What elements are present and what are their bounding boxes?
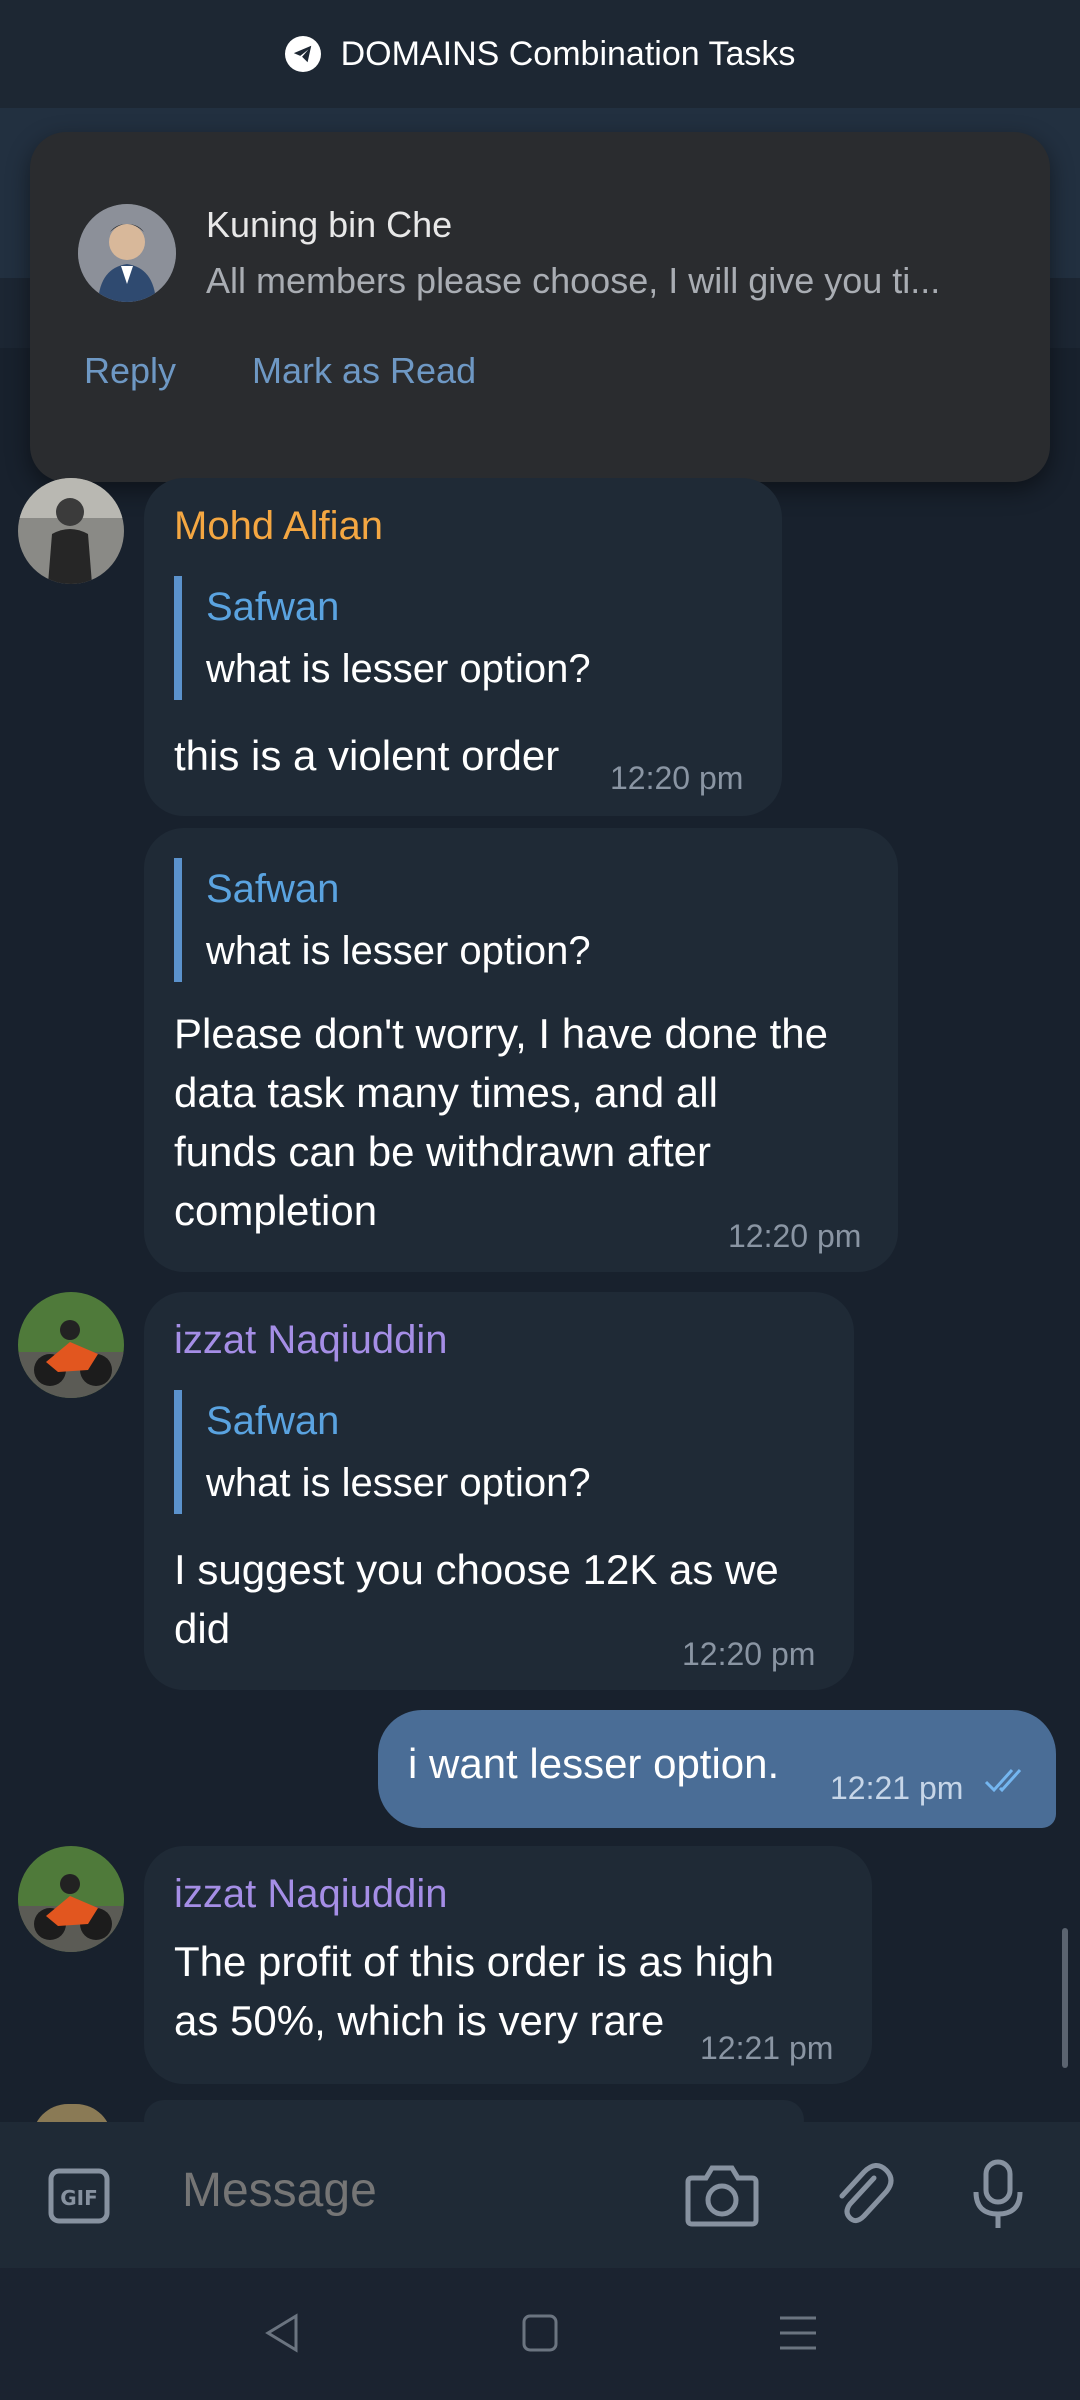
message-composer: GIF [0, 2122, 1080, 2268]
reply-button[interactable]: Reply [84, 350, 176, 392]
chat-title: DOMAINS Combination Tasks [340, 34, 796, 73]
sender-name[interactable]: izzat Naqiuddin [174, 1872, 448, 1917]
quote-sender: Safwan [206, 585, 340, 629]
reply-quote[interactable]: Safwan what is lesser option? [174, 1390, 591, 1514]
message-text: this is a violent order [174, 732, 560, 779]
reply-quote[interactable]: Safwan what is lesser option? [174, 576, 591, 700]
message-time: 12:20 pm [728, 1218, 862, 1254]
message-bubble[interactable]: izzat Naqiuddin Safwan what is lesser op… [144, 1292, 854, 1690]
sender-name[interactable]: izzat Naqiuddin [174, 1318, 448, 1363]
back-icon[interactable] [262, 2312, 302, 2359]
recent-apps-icon[interactable] [778, 2312, 818, 2359]
message-time: 12:21 pm [830, 1770, 964, 1806]
notification-popup[interactable]: Kuning bin Che All members please choose… [30, 132, 1050, 482]
mark-as-read-button[interactable]: Mark as Read [252, 350, 476, 392]
home-icon[interactable] [520, 2312, 560, 2359]
message-text: Please don't worry, I have done the data… [174, 1010, 828, 1234]
message-time: 12:20 pm [610, 760, 744, 796]
scrollbar[interactable] [1062, 1928, 1068, 2068]
notification-avatar [78, 204, 176, 302]
sender-name[interactable]: Mohd Alfian [174, 504, 383, 549]
double-check-icon [984, 1766, 1034, 1801]
chat-header[interactable]: DOMAINS Combination Tasks [0, 0, 1080, 108]
quote-text: what is lesser option? [206, 1461, 591, 1505]
avatar[interactable] [18, 1292, 124, 1398]
message-time: 12:20 pm [682, 1636, 816, 1672]
quote-text: what is lesser option? [206, 647, 591, 691]
gif-icon[interactable]: GIF [48, 2168, 110, 2229]
message-bubble[interactable]: izzat Naqiuddin The profit of this order… [144, 1846, 872, 2084]
message-bubble[interactable]: Safwan what is lesser option? Please don… [144, 828, 898, 1272]
reply-quote[interactable]: Safwan what is lesser option? [174, 858, 591, 982]
avatar[interactable] [18, 1846, 124, 1952]
paperclip-icon[interactable] [830, 2160, 896, 2235]
notification-sender: Kuning bin Che [206, 204, 453, 245]
outgoing-message-bubble[interactable]: i want lesser option. 12:21 pm [378, 1710, 1056, 1828]
message-bubble[interactable]: Mohd Alfian Safwan what is lesser option… [144, 478, 782, 816]
notification-message: All members please choose, I will give y… [206, 260, 941, 301]
message-text: i want lesser option. [408, 1740, 780, 1787]
message-text: The profit of this order is as high as 5… [174, 1938, 774, 2044]
camera-icon[interactable] [684, 2160, 760, 2235]
svg-text:GIF: GIF [60, 2186, 98, 2210]
quote-text: what is lesser option? [206, 929, 591, 973]
system-nav-bar [0, 2268, 1080, 2400]
message-time: 12:21 pm [700, 2030, 834, 2066]
message-input[interactable] [180, 2162, 644, 2219]
avatar[interactable] [18, 478, 124, 584]
quote-sender: Safwan [206, 867, 340, 911]
microphone-icon[interactable] [968, 2158, 1028, 2237]
telegram-icon [284, 36, 321, 72]
quote-sender: Safwan [206, 1399, 340, 1443]
